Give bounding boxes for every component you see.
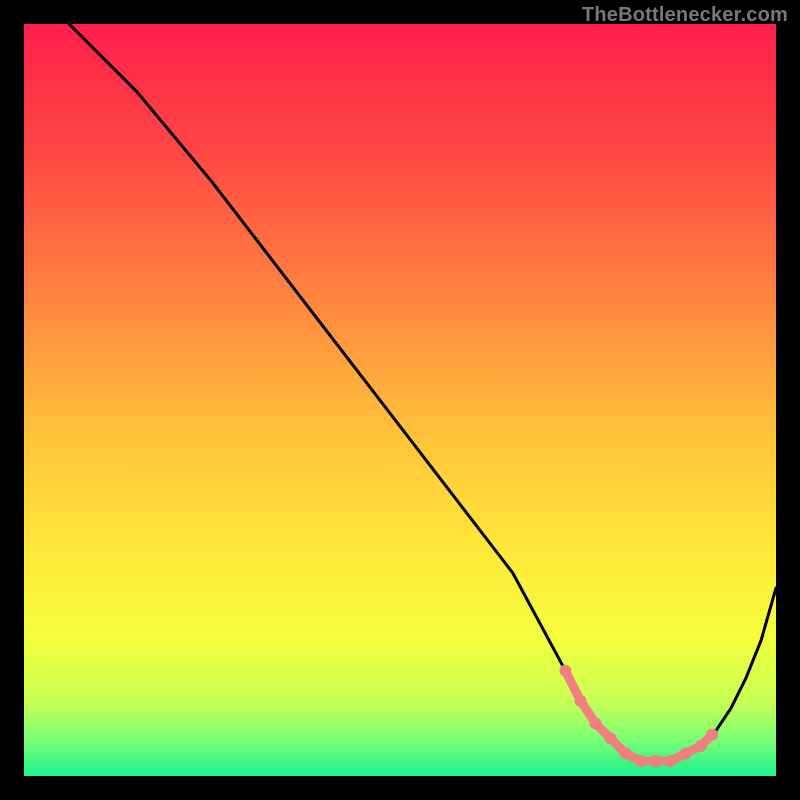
highlight-marker <box>665 755 677 767</box>
highlight-marker <box>605 732 617 744</box>
highlight-marker <box>590 717 602 729</box>
watermark-text: TheBottlenecker.com <box>582 4 788 27</box>
plot-background <box>24 24 776 776</box>
chart-stage: TheBottlenecker.com <box>0 0 800 800</box>
highlight-marker <box>706 729 718 741</box>
highlight-marker <box>620 747 632 759</box>
highlight-marker <box>650 755 662 767</box>
highlight-marker <box>695 740 707 752</box>
highlight-marker <box>575 695 587 707</box>
highlight-marker <box>635 755 647 767</box>
highlight-marker <box>559 665 571 677</box>
chart-svg <box>0 0 800 800</box>
highlight-marker <box>680 747 692 759</box>
